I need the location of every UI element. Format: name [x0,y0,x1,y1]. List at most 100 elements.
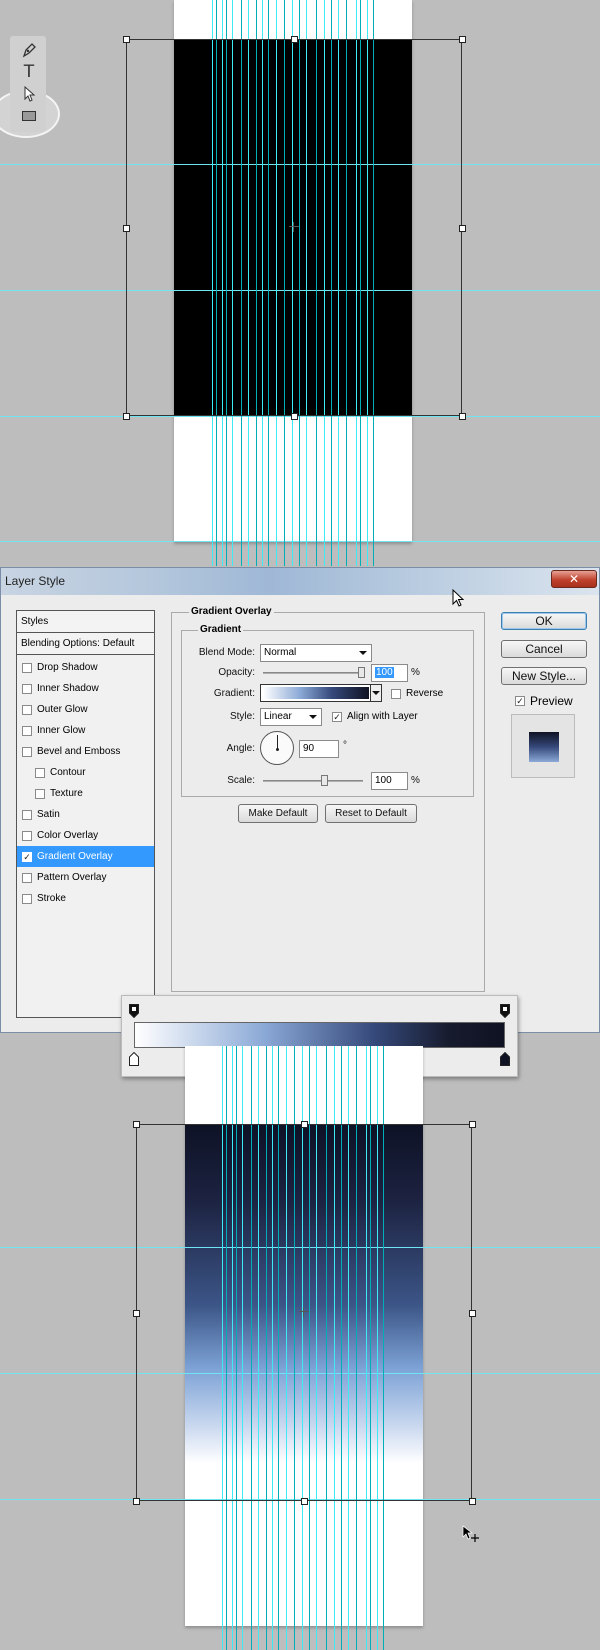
checkbox-icon[interactable]: ✓ [22,851,32,862]
style-item[interactable]: Stroke [17,888,154,909]
preview-label: Preview [530,694,573,708]
checkbox-icon[interactable] [22,683,32,694]
layer-style-dialog: Layer Style ✕ Styles Blending Options: D… [0,567,600,1033]
reverse-checkbox[interactable]: Reverse [391,688,443,699]
style-item-label: Outer Glow [37,704,88,715]
transform-handle[interactable] [123,36,130,43]
transform-handle[interactable] [133,1309,140,1317]
transform-handle[interactable] [459,36,466,43]
transform-handle[interactable] [123,413,130,420]
transform-handle[interactable] [301,1498,308,1505]
blending-options-item[interactable]: Blending Options: Default [17,633,154,655]
transform-handle[interactable] [459,413,466,420]
style-item[interactable]: Satin [17,804,154,825]
gradient-dropdown[interactable] [370,685,381,701]
ok-button[interactable]: OK [501,612,587,630]
checkbox-icon[interactable] [35,767,45,778]
dialog-title: Layer Style [5,574,66,588]
transform-handle[interactable] [291,413,298,420]
checkbox-icon [391,688,401,699]
transform-handle[interactable] [123,224,130,232]
style-item[interactable]: Drop Shadow [17,657,154,678]
new-style-button[interactable]: New Style... [501,667,587,685]
opacity-percent: % [411,667,420,678]
checkbox-icon[interactable] [22,704,32,715]
opacity-slider-thumb[interactable] [358,667,365,678]
opacity-slider[interactable] [263,672,363,674]
opacity-stop-icon[interactable] [129,1004,139,1018]
blend-mode-select[interactable]: Normal [260,644,372,662]
horizontal-guide[interactable] [0,416,600,417]
opacity-value: 100 [375,667,394,678]
checkbox-icon[interactable] [22,725,32,736]
styles-list: Styles Blending Options: Default Drop Sh… [16,610,155,1018]
close-button[interactable]: ✕ [551,570,597,588]
reference-point-icon[interactable] [289,222,299,232]
reset-to-default-button[interactable]: Reset to Default [325,804,417,823]
checkbox-icon[interactable] [35,788,45,799]
checkbox-icon[interactable] [22,872,32,883]
style-select[interactable]: Linear [260,708,322,726]
rectangle-icon[interactable] [18,106,40,126]
chevron-down-icon [309,715,317,719]
reference-point-icon[interactable] [299,1307,309,1317]
group-title: Gradient [198,624,244,635]
checkbox-icon[interactable] [22,662,32,673]
dialog-titlebar[interactable]: Layer Style ✕ [1,568,599,595]
opacity-stop-icon[interactable] [500,1004,510,1018]
make-default-button[interactable]: Make Default [238,804,318,823]
angle-input[interactable]: 90 [299,740,339,758]
transform-handle[interactable] [459,224,466,232]
checkbox-icon[interactable] [22,893,32,904]
path-selection-icon[interactable] [18,84,40,104]
cancel-button[interactable]: Cancel [501,640,587,658]
style-item[interactable]: Inner Shadow [17,678,154,699]
checkbox-icon: ✓ [332,711,342,722]
gradient-bar[interactable] [134,1022,505,1048]
horizontal-guide[interactable] [0,541,600,542]
checkbox-icon[interactable] [22,809,32,820]
angle-label: Angle: [226,743,255,754]
style-item[interactable]: Color Overlay [17,825,154,846]
scale-input[interactable]: 100 [371,772,408,790]
transform-handle[interactable] [301,1121,308,1128]
transform-handle[interactable] [469,1121,476,1128]
checkbox-icon[interactable] [22,830,32,841]
style-item[interactable]: Pattern Overlay [17,867,154,888]
styles-header[interactable]: Styles [17,611,154,633]
transform-handle[interactable] [133,1498,140,1505]
gradient-picker[interactable] [260,684,382,702]
preview-swatch [529,732,559,762]
angle-value: 90 [303,743,315,754]
opacity-input[interactable]: 100 [371,664,408,682]
transform-handle[interactable] [133,1121,140,1128]
style-item-label: Gradient Overlay [37,851,113,862]
scale-slider[interactable] [263,780,363,782]
transform-handle[interactable] [469,1309,476,1317]
transform-handle[interactable] [469,1498,476,1505]
preview-checkbox[interactable]: ✓ Preview [515,694,573,708]
angle-dial[interactable] [260,731,294,765]
transform-handle[interactable] [291,36,298,43]
style-item[interactable]: Bevel and Emboss [17,741,154,762]
style-item-label: Color Overlay [37,830,99,841]
style-item[interactable]: Outer Glow [17,699,154,720]
style-item-label: Inner Glow [37,725,86,736]
style-item[interactable]: ✓ Gradient Overlay [17,846,154,867]
style-item-label: Texture [50,788,83,799]
pen-icon[interactable] [18,40,40,60]
style-item[interactable]: Contour [17,762,154,783]
style-item-label: Stroke [37,893,66,904]
style-item[interactable]: Texture [17,783,154,804]
style-item[interactable]: Inner Glow [17,720,154,741]
style-item-label: Pattern Overlay [37,872,107,883]
scale-slider-thumb[interactable] [321,775,328,786]
angle-dial-needle [277,735,278,749]
panel-title: Gradient Overlay [189,606,274,617]
checkbox-icon: ✓ [515,696,525,706]
gradient-swatch[interactable] [263,687,369,699]
move-cursor-icon [462,1525,479,1542]
align-with-layer-checkbox[interactable]: ✓ Align with Layer [332,711,418,722]
checkbox-icon[interactable] [22,746,32,757]
type-icon[interactable]: T [18,62,40,82]
